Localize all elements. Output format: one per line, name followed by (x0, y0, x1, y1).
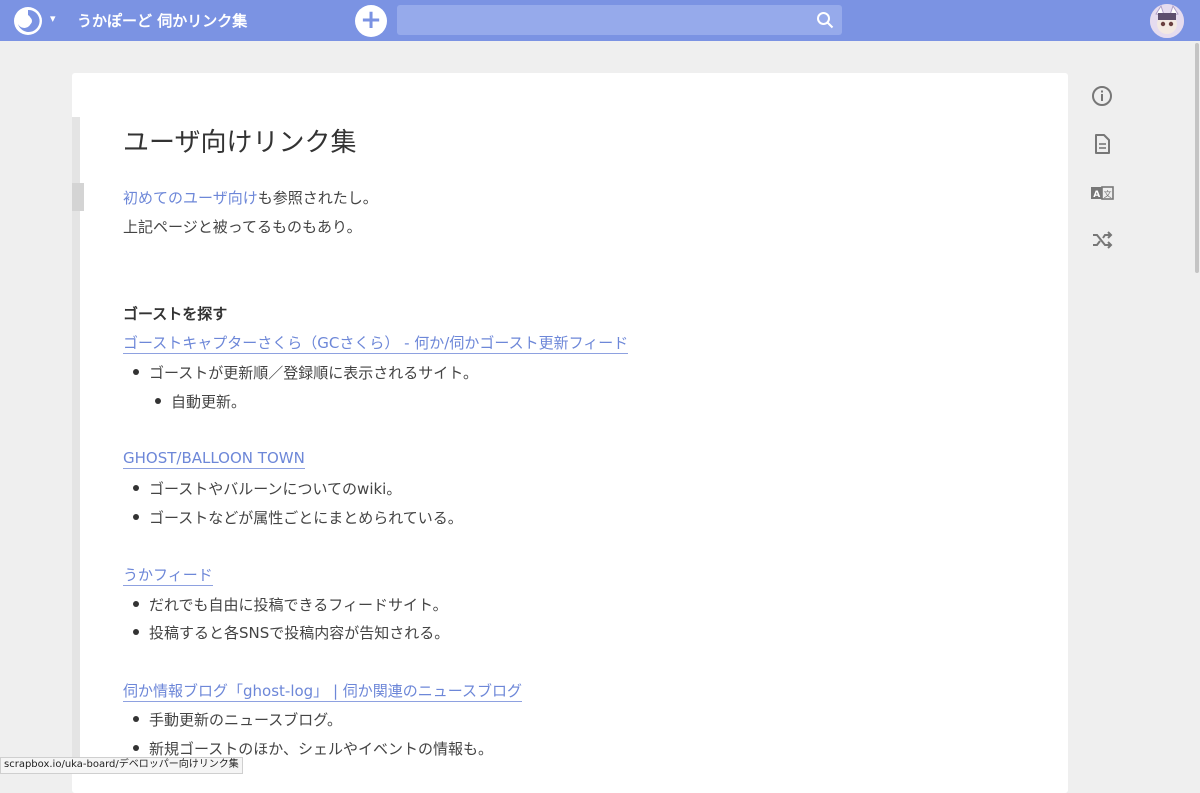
entry-link[interactable]: GHOST/BALLOON TOWN (123, 449, 305, 469)
cursor-line-marker (72, 183, 84, 211)
bullet-icon (133, 513, 139, 520)
list-item-text: ゴーストやバルーンについてのwiki。 (149, 480, 402, 498)
search-icon[interactable] (816, 11, 834, 29)
page-title[interactable]: ユーザ向けリンク集 (123, 122, 356, 159)
list-item[interactable]: だれでも自由に投稿できるフィードサイト。 (133, 594, 448, 615)
search-box[interactable] (397, 5, 842, 35)
document-icon[interactable] (1090, 132, 1114, 156)
entry-link-line[interactable]: GHOST/BALLOON TOWN (123, 449, 305, 469)
scrapbox-logo-icon[interactable] (13, 6, 43, 36)
new-page-button[interactable]: + (355, 5, 387, 37)
list-item-text: 投稿すると各SNSで投稿内容が告知される。 (149, 624, 450, 642)
bullet-icon (155, 397, 161, 404)
section-heading[interactable]: ゴーストを探す (123, 303, 227, 324)
list-item-text: だれでも自由に投稿できるフィードサイト。 (149, 596, 448, 614)
list-item[interactable]: ゴーストやバルーンについてのwiki。 (133, 478, 401, 499)
list-item[interactable]: 手動更新のニュースブログ。 (133, 709, 342, 730)
list-item-text: 新規ゴーストのほか、シェルやイベントの情報も。 (149, 740, 493, 758)
bullet-icon (133, 715, 139, 722)
navbar: ▾ うかぽーど 伺かリンク集 + (0, 0, 1200, 41)
search-input[interactable] (397, 5, 797, 35)
user-avatar[interactable] (1150, 4, 1184, 38)
list-item-text: ゴーストが更新順／登録順に表示されるサイト。 (149, 364, 478, 382)
status-bar-url: scrapbox.io/uka-board/デベロッパー向けリンク集 (0, 757, 243, 774)
info-icon[interactable] (1090, 84, 1114, 108)
svg-text:A: A (1093, 190, 1100, 200)
entry-link[interactable]: 伺か情報ブログ「ghost-log」 | 伺か関連のニュースブログ (123, 682, 523, 702)
entry-link-line[interactable]: うかフィード (123, 564, 213, 586)
line-gutter (72, 117, 80, 772)
intro-text: も参照されたし。 (257, 189, 378, 207)
entry-link-line[interactable]: 伺か情報ブログ「ghost-log」 | 伺か関連のニュースブログ (123, 680, 523, 702)
translate-icon[interactable]: A 文 (1090, 181, 1114, 205)
list-item-text: 自動更新。 (171, 393, 247, 411)
shuffle-icon[interactable] (1090, 228, 1114, 252)
svg-text:文: 文 (1104, 189, 1112, 199)
list-item[interactable]: 新規ゴーストのほか、シェルやイベントの情報も。 (133, 738, 493, 759)
list-item-text: 手動更新のニュースブログ。 (149, 711, 343, 729)
bullet-icon (133, 600, 139, 607)
list-item[interactable]: ゴーストなどが属性ごとにまとめられている。 (133, 507, 463, 528)
bullet-icon (133, 484, 139, 491)
entry-link[interactable]: ゴーストキャプターさくら（GCさくら） - 何か/伺かゴースト更新フィード (123, 334, 629, 354)
list-item[interactable]: ゴーストが更新順／登録順に表示されるサイト。 (133, 362, 478, 383)
entry-link[interactable]: うかフィード (123, 566, 213, 586)
intro-line[interactable]: 初めてのユーザ向けも参照されたし。 (123, 187, 378, 208)
bullet-icon (133, 628, 139, 635)
entry-link-line[interactable]: ゴーストキャプターさくら（GCさくら） - 何か/伺かゴースト更新フィード (123, 332, 629, 354)
project-title[interactable]: うかぽーど 伺かリンク集 (77, 10, 247, 31)
intro-line-2[interactable]: 上記ページと被ってるものもあり。 (123, 216, 362, 237)
project-menu-chevron-icon[interactable]: ▾ (50, 12, 56, 25)
scrollbar-thumb[interactable] (1195, 43, 1199, 273)
bullet-icon (133, 744, 139, 751)
sub-list-item[interactable]: 自動更新。 (155, 391, 246, 412)
list-item-text: ゴーストなどが属性ごとにまとめられている。 (149, 509, 463, 527)
list-item[interactable]: 投稿すると各SNSで投稿内容が告知される。 (133, 622, 449, 643)
intro-link[interactable]: 初めてのユーザ向け (123, 189, 258, 207)
bullet-icon (133, 368, 139, 375)
avatar-image (1150, 4, 1184, 38)
